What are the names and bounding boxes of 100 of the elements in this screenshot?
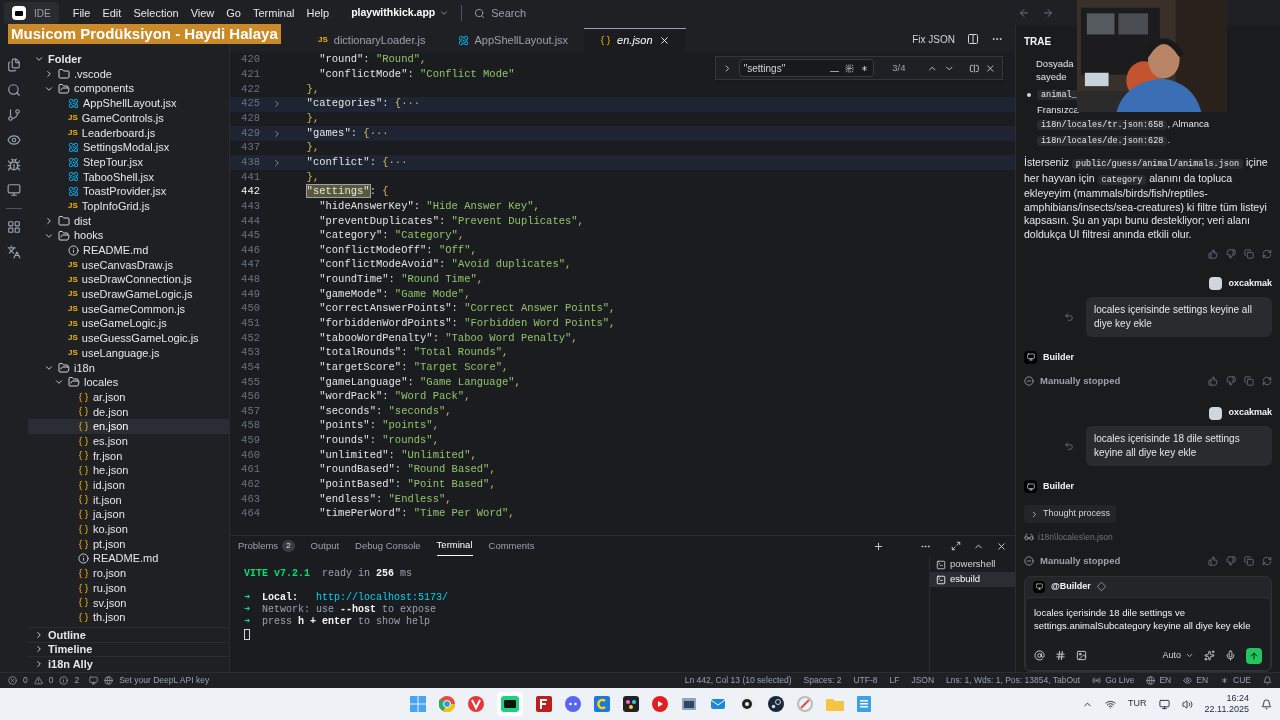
undo-icon[interactable] [1064,440,1074,451]
whole-word-icon[interactable] [845,63,855,73]
refresh-icon[interactable] [1262,555,1272,566]
panel-tab[interactable]: Problems 2 [238,536,295,556]
c-shaped-icon[interactable] [593,696,610,712]
menu-item[interactable]: Edit [96,4,128,22]
copy-icon[interactable] [1244,249,1254,259]
status-item[interactable]: Lns: 1, Wds: 1, Pos: 13854, TabOut [946,674,1081,687]
tree-item[interactable]: JS TopInfoGrid.js [28,198,229,214]
editor-tab[interactable]: en.json [584,28,686,52]
thumbs-up-icon[interactable] [1208,249,1218,259]
tree-item[interactable]: he.json [28,463,229,478]
language-indicator[interactable]: TUR [1128,697,1147,711]
menu-item[interactable]: Selection [127,4,185,22]
section-header[interactable]: Timeline [28,641,229,657]
mode-dropdown[interactable]: Auto [1162,649,1194,663]
record-icon[interactable] [738,696,755,712]
close-icon[interactable] [985,62,996,74]
microphone-icon[interactable] [1225,650,1236,662]
terminal-instance[interactable]: esbuild [930,572,1015,587]
message-input[interactable]: locales içerisinde 18 dile settings ve settings.animalSubcategory keyine all diye key ekle Auto [1025,596,1271,671]
tree-item[interactable]: JS useCanvasDraw.js [28,257,229,273]
tree-item[interactable]: SettingsModal.jsx [28,140,229,155]
menu-item[interactable]: Help [300,4,336,22]
fold-chevron-icon[interactable] [272,157,282,168]
status-item[interactable]: LF [889,674,900,687]
status-item[interactable]: Ln 442, Col 13 (10 selected) [684,674,792,687]
tree-item[interactable]: ar.json [28,389,229,405]
refresh-icon[interactable] [1262,249,1272,259]
new-terminal-icon[interactable] [873,540,884,552]
menu-item[interactable]: View [184,4,221,22]
maximize-icon[interactable] [951,540,961,551]
window-icon[interactable] [680,696,697,712]
tree-item[interactable]: de.json [28,404,229,420]
notepad-icon[interactable] [856,696,871,712]
files-icon[interactable] [7,58,21,72]
panel-tab[interactable]: Terminal [436,536,473,556]
tree-item[interactable]: JS GameControls.js [28,110,229,126]
tree-item[interactable]: hooks [28,228,229,243]
translate-icon[interactable] [7,245,21,259]
tree-item[interactable]: sv.json [28,595,229,611]
tree-item[interactable]: en.json [28,419,229,434]
tree-item[interactable]: TabooShell.jsx [28,169,229,185]
fold-chevron-icon[interactable] [272,128,282,139]
thumbs-down-icon[interactable] [1226,249,1236,259]
thumbs-up-icon[interactable] [1208,376,1218,387]
info-icon[interactable] [59,676,69,685]
tree-item[interactable]: pt.json [28,536,229,552]
eye-icon[interactable] [7,133,21,147]
tree-item[interactable]: ko.json [28,522,229,537]
tree-item[interactable]: JS useDrawConnection.js [28,272,229,287]
notification-icon[interactable] [1261,698,1272,710]
tree-item[interactable]: JS Leaderboard.js [28,125,229,141]
notification-icon[interactable] [1263,676,1272,685]
copy-icon[interactable] [1244,555,1254,566]
panel-tab[interactable]: Output [310,536,340,556]
fix-json-button[interactable]: Fix JSON [912,31,955,47]
tree-item[interactable]: JS useLanguage.js [28,345,229,361]
status-item[interactable]: EN [1183,674,1209,687]
find-in-selection-icon[interactable] [968,62,980,74]
info-count[interactable]: 2 [74,674,80,687]
v-shaped-icon[interactable] [467,696,484,712]
tree-item[interactable]: AppShellLayout.jsx [28,96,229,111]
tree-item[interactable]: es.json [28,433,229,449]
editor-tab[interactable]: JS dictionaryLoader.js [302,28,442,52]
copy-icon[interactable] [1244,376,1254,387]
clock-time[interactable]: 16:24 [1226,693,1249,704]
clock-date[interactable]: 22.11.2025 [1204,704,1249,715]
project-dropdown[interactable]: playwithkick.app [351,5,450,21]
thumbs-down-icon[interactable] [1226,555,1236,566]
tree-item[interactable]: Folder [28,52,229,67]
thought-toggle[interactable]: Thought process [1024,505,1117,523]
status-item[interactable]: Go Live [1092,674,1135,687]
find-input[interactable]: "settings" [738,59,875,77]
tree-item[interactable]: ja.json [28,507,229,522]
volume-icon[interactable] [1181,698,1193,710]
terminal-instance[interactable]: powershell [930,557,1015,572]
thumbs-down-icon[interactable] [1226,376,1236,387]
sparkle-icon[interactable] [1204,650,1215,662]
tree-item[interactable]: StepTour.jsx [28,154,229,170]
warning-count[interactable]: 0 [48,674,54,687]
fold-chevron-icon[interactable] [272,99,282,110]
status-item[interactable]: EN [1146,674,1172,687]
browser-icon[interactable] [438,696,455,712]
tree-item[interactable]: locales [28,375,229,390]
hash-icon[interactable] [1055,650,1066,662]
section-header[interactable]: i18n Ally [28,656,229,671]
tree-item[interactable]: README.md [28,551,229,567]
undo-icon[interactable] [1064,311,1074,322]
status-item[interactable]: Set your DeepL API key [119,674,210,687]
tree-item[interactable]: id.json [28,477,229,493]
mail-icon[interactable] [709,696,726,712]
tree-item[interactable]: ru.json [28,580,229,596]
close-icon[interactable] [658,35,670,46]
thumbs-up-icon[interactable] [1208,555,1218,566]
status-item[interactable]: JSON [911,674,935,687]
wifi-icon[interactable] [1105,698,1117,710]
warning-icon[interactable] [33,676,43,685]
section-header[interactable]: Outline [28,626,229,642]
search-icon[interactable] [7,83,21,97]
